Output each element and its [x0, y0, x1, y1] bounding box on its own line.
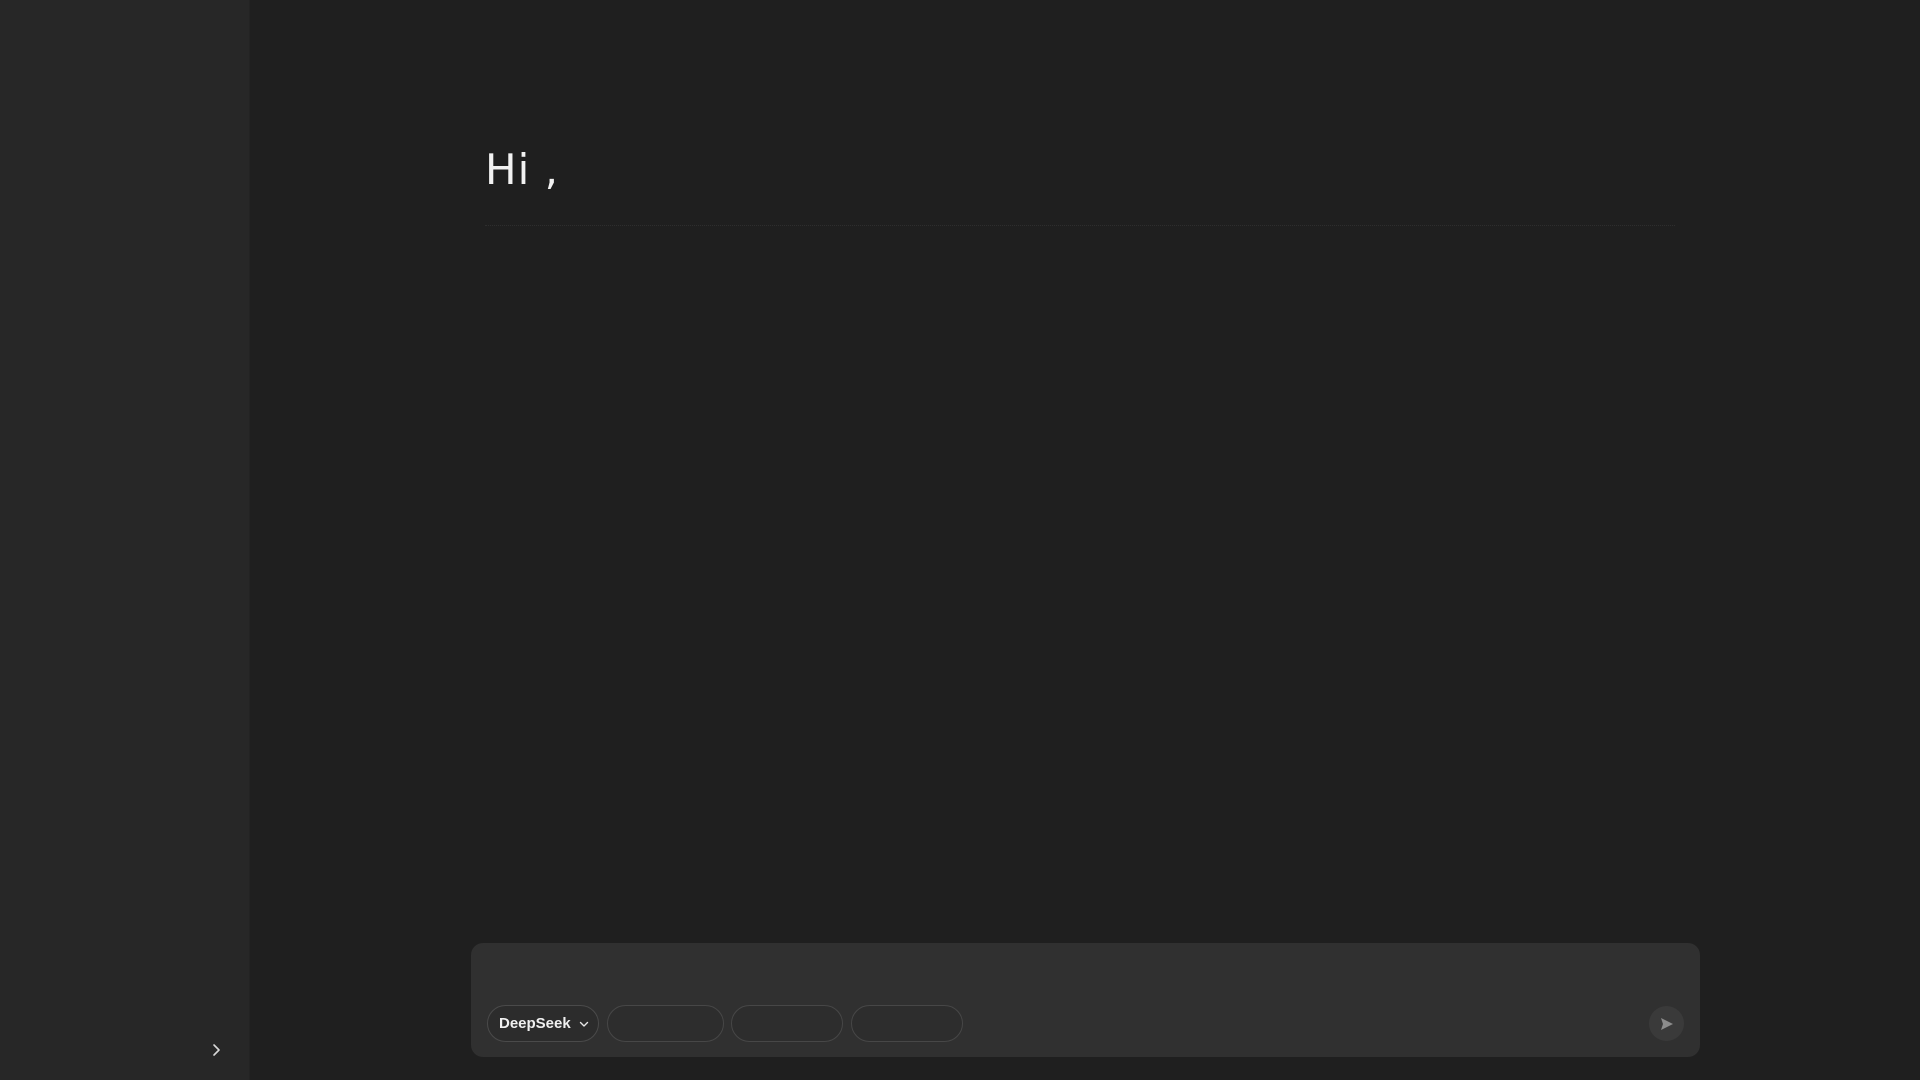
divider: [485, 225, 1675, 226]
greeting-heading: Hi ,: [485, 145, 559, 194]
main-panel: Hi , DeepSeek: [250, 0, 1920, 1080]
composer-chip-3[interactable]: [851, 1005, 963, 1042]
app-window: Hi , DeepSeek: [0, 0, 1920, 1080]
model-selector-label: DeepSeek: [499, 1015, 571, 1032]
composer-chip-2[interactable]: [731, 1005, 843, 1042]
send-icon: [1660, 1017, 1673, 1030]
sidebar-expand-button[interactable]: [204, 1038, 228, 1062]
send-button[interactable]: [1649, 1006, 1684, 1041]
chevron-right-icon: [213, 1044, 220, 1056]
chat-composer: DeepSeek: [471, 943, 1700, 1057]
composer-chip-1[interactable]: [607, 1005, 724, 1042]
sidebar: [0, 0, 250, 1080]
message-input[interactable]: [489, 957, 1669, 997]
model-selector[interactable]: DeepSeek: [487, 1005, 599, 1042]
chevron-down-icon: [579, 1021, 588, 1027]
